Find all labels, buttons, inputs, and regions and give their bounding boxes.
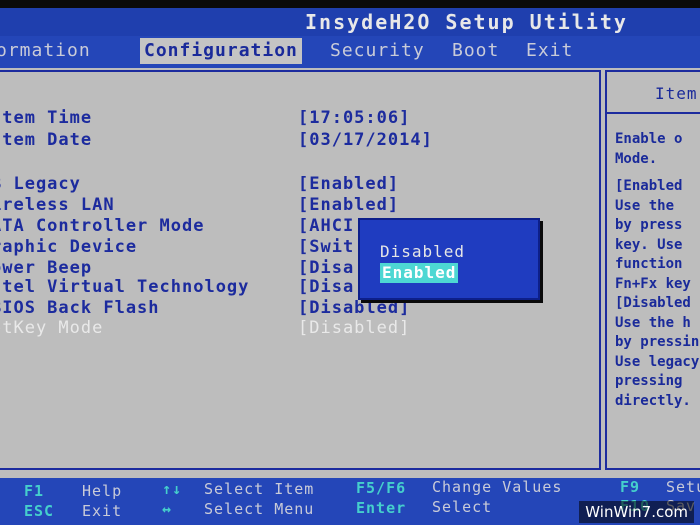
setting-label: stem Time (0, 108, 93, 128)
key-enter-action: Select (432, 498, 493, 516)
setting-label: B Legacy (0, 174, 81, 194)
help-header: Item (607, 72, 700, 114)
help-line: Use legacy (615, 353, 700, 370)
key-enter: Enter (356, 499, 407, 517)
setting-value[interactable]: [AHCI (298, 215, 354, 237)
key-esc: ESC (24, 502, 55, 520)
setting-label: raphic Device (0, 237, 138, 257)
help-line: by press (615, 217, 683, 233)
key-f9: F9 (620, 478, 641, 496)
setting-value[interactable]: [03/17/2014] (298, 129, 433, 151)
help-line: [Enabled (615, 178, 683, 194)
bios-title: InsydeH2O Setup Utility (0, 8, 700, 36)
watermark-text: WinWin7.com (579, 501, 694, 523)
setting-label: ATA Controller Mode (0, 216, 205, 236)
help-line: Fn+Fx key (615, 275, 691, 292)
setting-label: BIOS Back Flash (0, 298, 160, 318)
setting-value[interactable]: [Disabled] (298, 317, 410, 339)
setting-label: otKey Mode (0, 318, 104, 338)
key-up-down-action: Select Item (204, 480, 315, 498)
help-line: directly. (615, 392, 691, 409)
setting-value[interactable]: [17:05:06] (298, 107, 410, 129)
menu-tab-exit[interactable]: Exit (526, 38, 573, 64)
setting-value[interactable]: [Enabled] (298, 173, 399, 195)
help-line: key. Use (615, 236, 683, 253)
bios-screen: InsydeH2O Setup Utility ormation Configu… (0, 8, 700, 525)
setting-value[interactable]: [Enabled] (298, 194, 399, 216)
key-f5-f6-action: Change Values (432, 478, 563, 496)
setting-value[interactable]: [Disa (298, 276, 354, 298)
popup-option-enabled[interactable]: Enabled (380, 263, 459, 283)
setting-label: ntel Virtual Technology (0, 277, 250, 297)
help-line: [Disabled (615, 295, 691, 311)
setting-value[interactable]: [Disabled] (298, 297, 410, 319)
setting-value[interactable]: [Swit (298, 236, 354, 258)
item-help-panel: Item Enable o Mode. [Enabled Use the by … (605, 70, 700, 470)
key-esc-action: Exit (82, 502, 123, 520)
key-f9-action: Setup (666, 478, 700, 496)
menu-tab-security[interactable]: Security (330, 38, 425, 64)
help-line: pressing (615, 373, 683, 389)
setting-label: ireless LAN (0, 195, 115, 215)
help-line: function (615, 256, 683, 272)
key-up-down: ↑↓ (162, 480, 183, 498)
key-f1-action: Help (82, 482, 123, 500)
popup-option-disabled[interactable]: Disabled (380, 242, 465, 262)
help-line: Use the (615, 197, 675, 214)
menu-bar: ormation Configuration Security Boot Exi… (0, 36, 700, 68)
key-f1: F1 (24, 482, 45, 500)
setting-label: stem Date (0, 130, 93, 150)
help-line: Mode. (615, 150, 658, 167)
key-left-right-action: Select Menu (204, 500, 315, 518)
option-popup: Disabled Enabled (358, 218, 540, 300)
help-line: Use the h (615, 314, 691, 331)
help-title: Item (655, 84, 698, 103)
menu-tab-configuration[interactable]: Configuration (140, 38, 302, 64)
menu-tab-boot[interactable]: Boot (452, 38, 499, 64)
help-line (615, 169, 700, 177)
help-text: Enable o Mode. [Enabled Use the by press… (615, 130, 700, 411)
help-line: Enable o (615, 131, 683, 147)
menu-tab-information[interactable]: ormation (0, 38, 91, 64)
key-left-right: ↔ (162, 500, 173, 518)
key-f5-f6: F5/F6 (356, 479, 407, 497)
help-line: by pressin (615, 334, 700, 350)
